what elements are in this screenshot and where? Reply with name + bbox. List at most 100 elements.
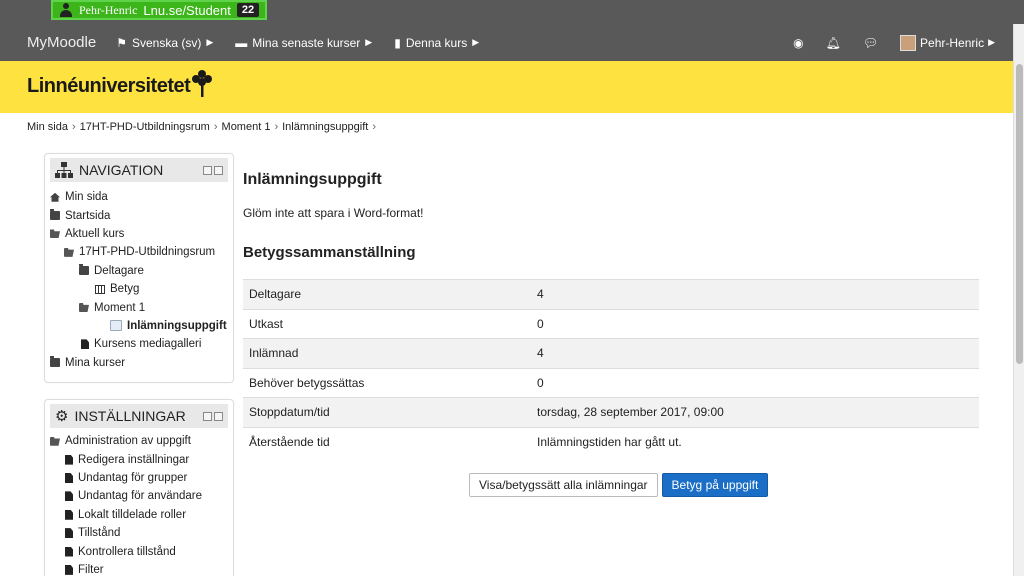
navigation-block: NAVIGATION Min sida Startsida Aktuell ku… <box>44 153 234 383</box>
assignment-description: Glöm inte att spara i Word-format! <box>243 206 424 220</box>
table-row: Stoppdatum/tid torsdag, 28 september 2017… <box>243 397 979 427</box>
language-menu-label: Svenska (sv) <box>131 35 202 50</box>
nav-item-label: Betyg <box>110 283 140 296</box>
language-menu[interactable]: ⚑ Svenska (sv) ▶ <box>116 36 213 50</box>
grade-button[interactable]: Betyg på uppgift <box>661 473 769 497</box>
nav-item-course[interactable]: 17HT-PHD-Utbildningsrum <box>45 243 233 261</box>
settings-item-user-overrides[interactable]: Undantag för användare <box>45 487 233 505</box>
folder-icon <box>50 209 60 221</box>
breadcrumb-item[interactable]: 17HT-PHD-Utbildningsrum <box>80 121 210 133</box>
action-buttons: Visa/betygssätt alla inlämningar Betyg p… <box>469 473 769 497</box>
file-icon <box>81 339 89 350</box>
settings-item-group-overrides[interactable]: Undantag för grupper <box>45 469 233 487</box>
user-pill-context: Lnu.se/Student <box>143 2 231 18</box>
folder-icon <box>50 356 60 368</box>
assignment-icon <box>110 320 122 332</box>
settings-item-label: Undantag för användare <box>78 490 203 503</box>
table-icon <box>95 284 105 294</box>
settings-item-local-roles[interactable]: Lokalt tilldelade roller <box>45 506 233 524</box>
this-course-label: Denna kurs <box>405 35 468 50</box>
page-scrollbar[interactable] <box>1013 24 1024 576</box>
caret-right-icon: ▶ <box>206 37 214 47</box>
flag-icon: ⚑ <box>116 35 127 50</box>
row-value: 4 <box>531 279 979 309</box>
nav-item-inlamningsuppgift[interactable]: Inlämningsuppgift <box>45 317 233 335</box>
nav-item-min-sida[interactable]: Min sida <box>45 188 233 206</box>
breadcrumb-separator-icon: › <box>274 121 279 133</box>
nav-item-label: Min sida <box>65 191 108 204</box>
view-all-submissions-button[interactable]: Visa/betygssätt alla inlämningar <box>469 473 658 497</box>
nav-item-betyg[interactable]: Betyg <box>45 280 233 298</box>
university-banner: Linnéuniversitetet <box>0 61 1013 113</box>
nav-item-aktuell-kurs[interactable]: Aktuell kurs <box>45 225 233 243</box>
user-pill-name: Pehr-Henric <box>79 2 138 17</box>
avatar <box>900 34 917 51</box>
nav-item-startsida[interactable]: Startsida <box>45 206 233 224</box>
home-icon <box>50 192 60 202</box>
user-pill-count: 22 <box>236 3 260 17</box>
settings-item-label: Undantag för grupper <box>78 471 188 484</box>
file-icon <box>65 546 73 557</box>
recent-courses-menu[interactable]: ▬ Mina senaste kurser ▶ <box>235 36 372 50</box>
navigation-tree: Min sida Startsida Aktuell kurs 17HT-PHD… <box>45 188 233 372</box>
dock-icon[interactable] <box>214 165 223 175</box>
file-icon <box>65 491 73 502</box>
folder-icon <box>79 264 89 276</box>
table-row: Behöver betygssättas 0 <box>243 367 979 398</box>
folder-open-icon <box>50 229 60 239</box>
nav-item-mina-kurser[interactable]: Mina kurser <box>45 354 233 372</box>
settings-item-label: Tillstånd <box>78 527 121 540</box>
minimize-icon[interactable] <box>203 165 212 175</box>
breadcrumb-item[interactable]: Min sida <box>27 121 68 133</box>
row-value: Inlämningstiden har gått ut. <box>531 426 979 457</box>
caret-right-icon: ▶ <box>365 37 373 47</box>
navigation-block-title: NAVIGATION <box>79 162 164 178</box>
minimize-icon[interactable] <box>203 411 212 421</box>
sitemap-icon <box>55 162 73 178</box>
table-row: Återstående tid Inlämningstiden har gått … <box>243 426 979 457</box>
table-row: Inlämnad 4 <box>243 338 979 368</box>
settings-item-label: Administration av uppgift <box>65 435 191 448</box>
chat-icon[interactable]: 💬︎ <box>863 36 878 50</box>
row-value: torsdag, 28 september 2017, 09:00 <box>531 397 979 427</box>
settings-item-edit[interactable]: Redigera inställningar <box>45 450 233 468</box>
scrollbar-thumb[interactable] <box>1016 64 1023 364</box>
user-switch-pill[interactable]: Pehr-Henric Lnu.se/Student 22 <box>51 0 268 20</box>
settings-item-permissions[interactable]: Tillstånd <box>45 524 233 542</box>
row-label: Inlämnad <box>243 338 531 368</box>
user-menu[interactable]: Pehr-Henric ▶ <box>900 34 995 51</box>
nav-item-deltagare[interactable]: Deltagare <box>45 262 233 280</box>
file-icon <box>65 472 73 483</box>
folder-open-icon <box>50 436 60 446</box>
nav-item-mediagalleri[interactable]: Kursens mediagalleri <box>45 335 233 353</box>
file-icon <box>65 528 73 539</box>
nav-item-moment-1[interactable]: Moment 1 <box>45 298 233 316</box>
university-logo[interactable]: Linnéuniversitetet <box>27 75 191 98</box>
row-value: 4 <box>531 338 979 368</box>
settings-item-label: Redigera inställningar <box>78 453 190 466</box>
dock-icon[interactable] <box>214 411 223 421</box>
this-course-menu[interactable]: ▮ Denna kurs ▶ <box>394 36 479 50</box>
settings-item-label: Filter <box>78 563 104 576</box>
summary-heading: Betygssammanställning <box>243 244 416 261</box>
nav-item-label: 17HT-PHD-Utbildningsrum <box>79 246 216 259</box>
breadcrumb-item[interactable]: Inlämningsuppgift <box>282 121 368 133</box>
bell-icon[interactable]: 🔔︎ <box>826 36 841 50</box>
grading-summary-table: Deltagare 4 Utkast 0 Inlämnad 4 Behöver bet… <box>243 279 979 457</box>
target-icon[interactable]: ◉ <box>793 36 803 50</box>
row-label: Stoppdatum/tid <box>243 397 531 427</box>
settings-item-admin[interactable]: Administration av uppgift <box>45 432 233 450</box>
settings-item-filter[interactable]: Filter <box>45 561 233 576</box>
caret-right-icon: ▶ <box>988 37 995 47</box>
breadcrumb-item[interactable]: Moment 1 <box>222 121 271 133</box>
settings-item-check-permissions[interactable]: Kontrollera tillstånd <box>45 542 233 560</box>
file-icon <box>65 454 73 465</box>
caret-right-icon: ▶ <box>472 37 480 47</box>
file-icon <box>65 509 73 520</box>
nav-item-label: Mina kurser <box>65 356 126 369</box>
recent-courses-label: Mina senaste kurser <box>252 35 361 50</box>
settings-block-header: ⚙ INSTÄLLNINGAR <box>50 404 228 428</box>
site-brand[interactable]: MyMoodle <box>27 34 96 51</box>
settings-item-label: Kontrollera tillstånd <box>78 545 176 558</box>
tree-logo-icon <box>192 70 212 97</box>
